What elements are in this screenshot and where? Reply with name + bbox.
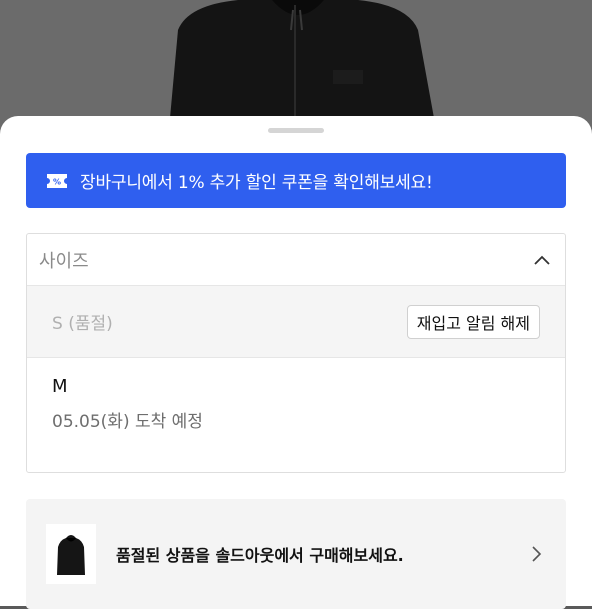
size-option-label: M xyxy=(52,376,68,397)
chevron-right-icon xyxy=(530,545,542,563)
svg-text:%: % xyxy=(53,177,61,186)
coupon-banner-text: 장바구니에서 1% 추가 할인 쿠폰을 확인해보세요! xyxy=(80,173,433,193)
size-option-s: S (품절) 재입고 알림 해제 xyxy=(27,286,565,358)
size-bottom-sheet: % 장바구니에서 1% 추가 할인 쿠폰을 확인해보세요! 사이즈 S (품절)… xyxy=(0,116,592,609)
coupon-icon: % xyxy=(46,172,68,190)
soldout-banner-text: 품절된 상품을 솔드아웃에서 구매해보세요. xyxy=(116,546,404,565)
size-dropdown-header[interactable]: 사이즈 xyxy=(27,234,565,286)
coupon-banner[interactable]: % 장바구니에서 1% 추가 할인 쿠폰을 확인해보세요! xyxy=(26,153,566,208)
restock-alert-cancel-button[interactable]: 재입고 알림 해제 xyxy=(406,304,540,339)
hoodie-thumbnail xyxy=(46,524,96,584)
size-option-label: S (품절) xyxy=(52,314,113,334)
size-option-m[interactable]: M 05.05(화) 도착 예정 xyxy=(27,358,565,472)
drag-handle[interactable] xyxy=(268,128,324,133)
chevron-up-icon xyxy=(533,254,551,266)
soldout-banner[interactable]: 품절된 상품을 솔드아웃에서 구매해보세요. xyxy=(26,499,566,609)
size-dropdown-label: 사이즈 xyxy=(39,250,89,272)
delivery-eta: 05.05(화) 도착 예정 xyxy=(52,412,203,432)
size-dropdown: 사이즈 S (품절) 재입고 알림 해제 M 05.05(화) 도착 예정 xyxy=(26,233,566,473)
